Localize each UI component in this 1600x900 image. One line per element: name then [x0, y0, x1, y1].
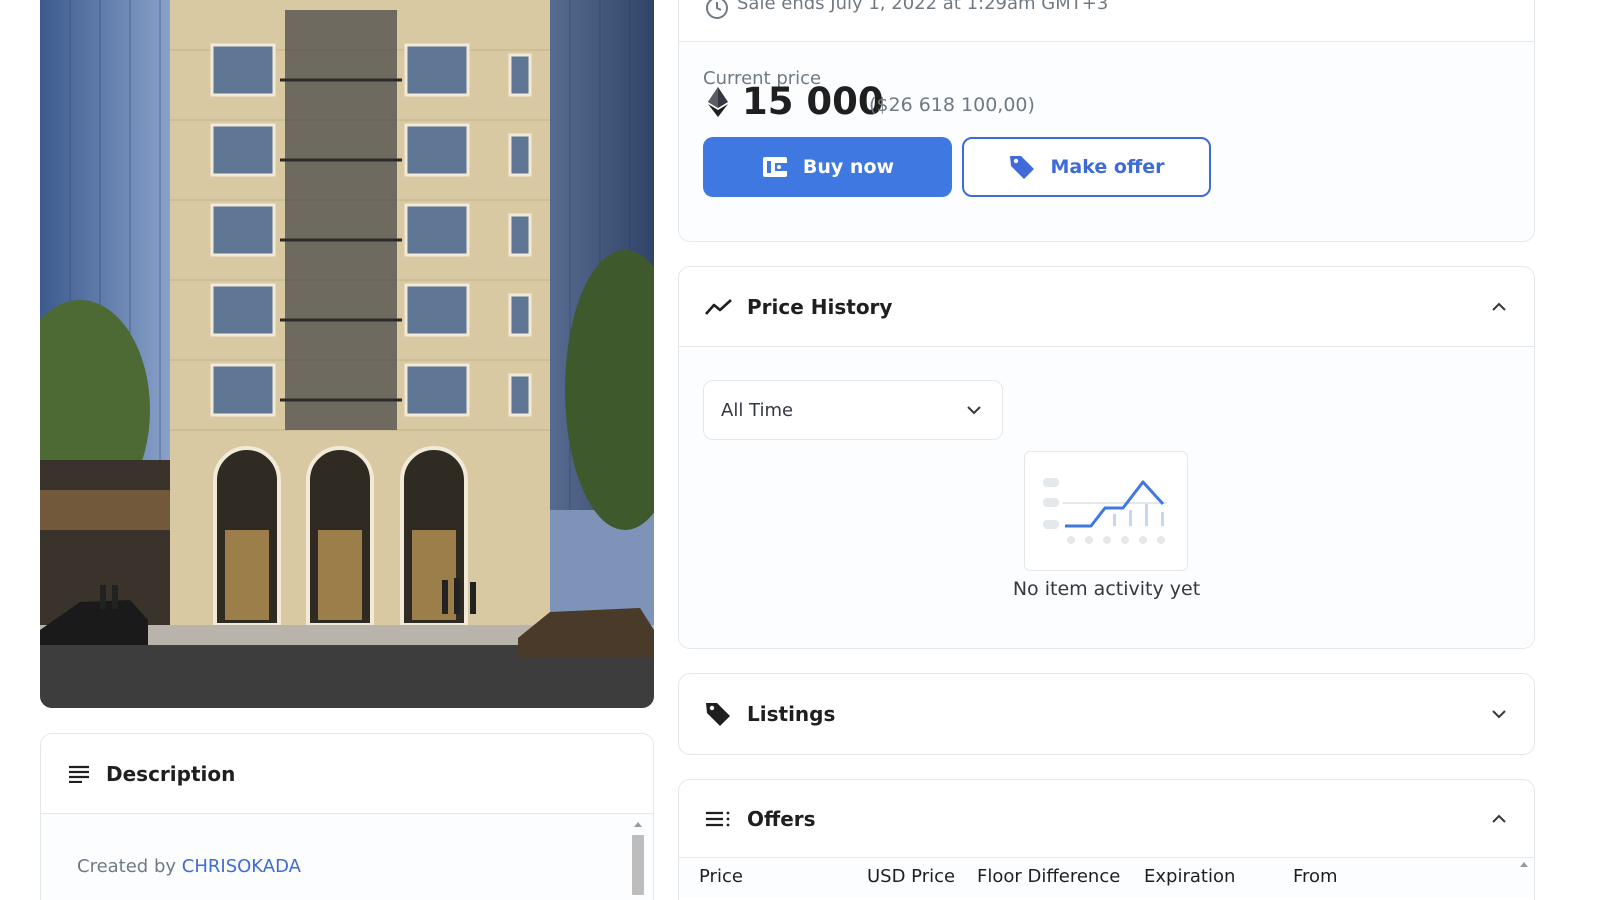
- lines-icon: [68, 765, 90, 783]
- clock-icon: [705, 0, 729, 20]
- tag-icon: [1008, 153, 1036, 181]
- column-usd-price: USD Price: [867, 866, 956, 887]
- creator-link[interactable]: CHRISOKADA: [182, 856, 301, 877]
- scrollbar-thumb[interactable]: [632, 835, 644, 895]
- price-panel: Sale ends July 1, 2022 at 1:29am GMT+3 C…: [678, 0, 1535, 242]
- no-activity-text: No item activity yet: [1012, 578, 1201, 600]
- description-header[interactable]: Description: [41, 734, 653, 814]
- asset-image[interactable]: [40, 0, 654, 708]
- offers-title: Offers: [747, 806, 816, 831]
- price-body: Current price 15 000 ($26 618 100,00) Bu…: [679, 42, 1534, 241]
- created-by-line: Created by CHRISOKADA: [77, 856, 301, 877]
- chevron-up-icon[interactable]: [1490, 298, 1508, 316]
- chevron-down-icon: [967, 406, 981, 415]
- buy-now-button[interactable]: Buy now: [703, 137, 952, 197]
- created-by-label: Created by: [77, 856, 177, 877]
- description-panel: Description Created by CHRISOKADA: [40, 733, 654, 900]
- column-floor-difference: Floor Difference: [977, 866, 1121, 887]
- scroll-up-arrow-icon[interactable]: [1520, 862, 1528, 867]
- time-range-value: All Time: [721, 399, 794, 421]
- offers-panel: Offers Price USD Price Floor Difference …: [678, 779, 1535, 900]
- offers-header[interactable]: Offers: [679, 780, 1534, 858]
- wallet-icon: [761, 153, 789, 181]
- column-expiration: Expiration: [1144, 866, 1236, 887]
- buy-now-label: Buy now: [802, 156, 895, 178]
- price-usd: ($26 618 100,00): [869, 94, 1035, 116]
- trend-line-icon: [705, 295, 733, 319]
- listings-title: Listings: [747, 702, 836, 726]
- chevron-up-icon[interactable]: [1490, 810, 1508, 828]
- time-range-select[interactable]: All Time: [703, 380, 1003, 440]
- chevron-down-icon[interactable]: [1490, 705, 1508, 723]
- description-scrollbar[interactable]: [631, 820, 645, 900]
- price-history-header[interactable]: Price History: [679, 267, 1534, 347]
- offers-table-header: Price USD Price Floor Difference Expirat…: [679, 858, 1534, 898]
- list-icon: [705, 807, 733, 831]
- listings-panel: Listings: [678, 673, 1535, 755]
- price-history-title: Price History: [747, 294, 893, 319]
- listings-header[interactable]: Listings: [679, 674, 1534, 754]
- price-history-body: All Time No item activity yet: [679, 347, 1534, 648]
- empty-chart-illustration: [1024, 451, 1188, 571]
- asset-page: Description Created by CHRISOKADA Sale e…: [0, 0, 1600, 900]
- column-price: Price: [699, 866, 743, 887]
- building-illustration: [40, 0, 654, 708]
- make-offer-label: Make offer: [1050, 156, 1165, 178]
- column-from: From: [1293, 866, 1338, 887]
- ethereum-icon: [707, 87, 729, 117]
- sale-ends-row: Sale ends July 1, 2022 at 1:29am GMT+3: [679, 0, 1534, 42]
- make-offer-button[interactable]: Make offer: [962, 137, 1211, 197]
- price-amount: 15 000: [742, 80, 884, 123]
- tag-icon: [705, 702, 733, 726]
- price-history-panel: Price History All Time No item activity …: [678, 266, 1535, 649]
- description-body: Created by CHRISOKADA: [41, 814, 653, 900]
- description-title: Description: [106, 761, 236, 786]
- sale-ends-text: Sale ends July 1, 2022 at 1:29am GMT+3: [737, 0, 1109, 14]
- scroll-up-arrow-icon[interactable]: [634, 822, 642, 827]
